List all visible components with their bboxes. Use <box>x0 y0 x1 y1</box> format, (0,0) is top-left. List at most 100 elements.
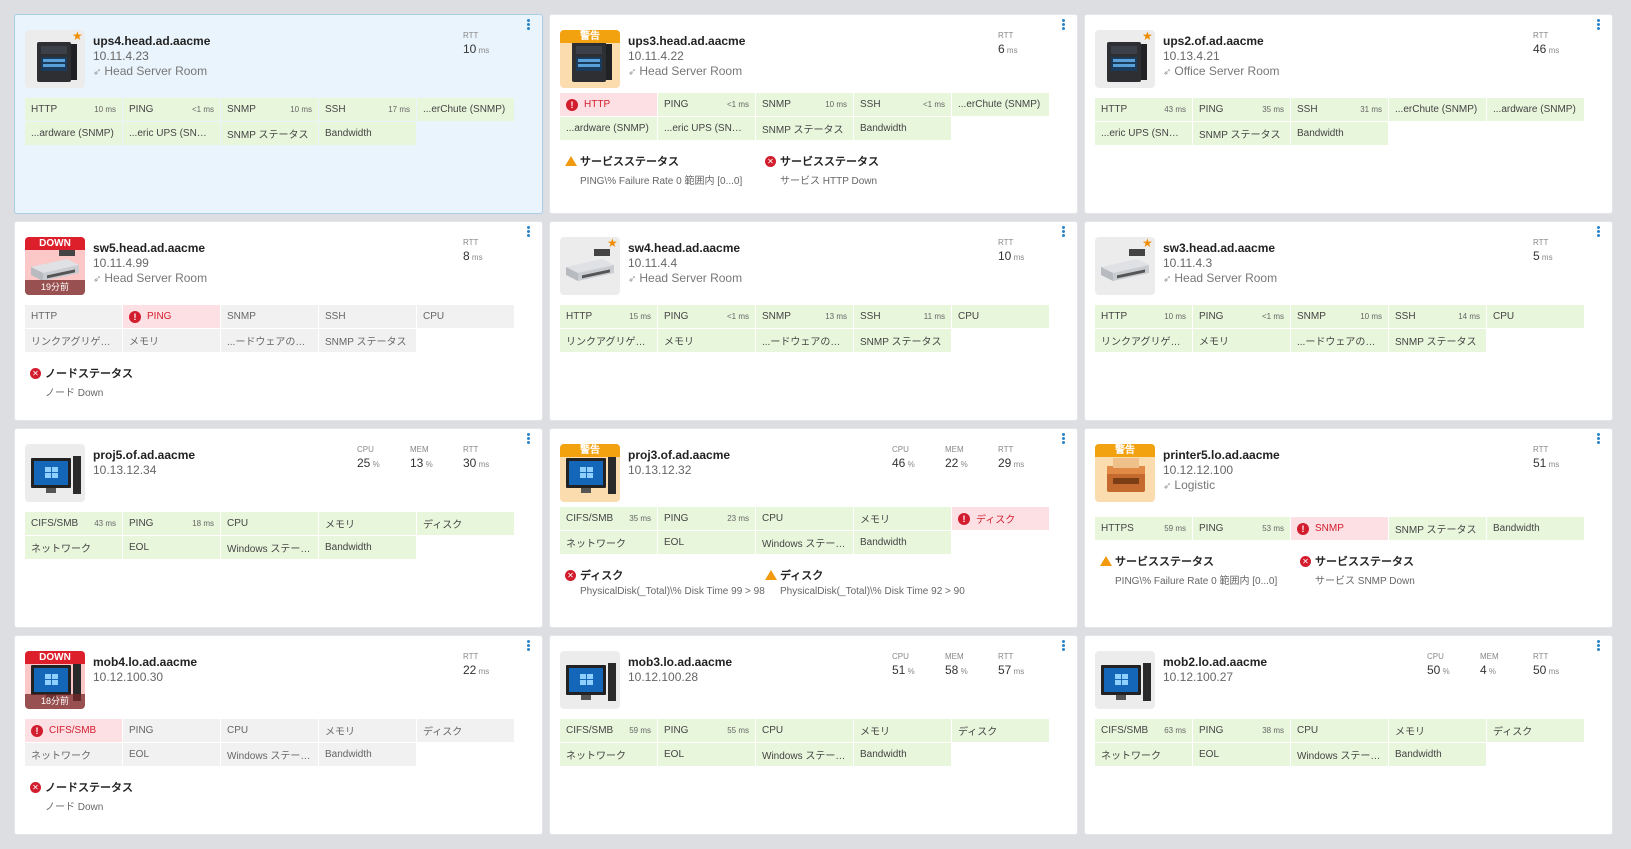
kebab-menu-icon[interactable] <box>1058 226 1068 242</box>
service-tile[interactable]: ネットワーク <box>25 536 122 559</box>
node-card-mob3[interactable]: mob3.lo.ad.aacme 10.12.100.28 CPU 51 % MEM… <box>549 635 1078 835</box>
service-tile[interactable]: メモリ <box>1193 329 1290 352</box>
service-tile[interactable]: HTTP 10 ms <box>1095 305 1192 328</box>
service-tile[interactable]: ...eric UPS (SNMP) <box>658 117 755 140</box>
service-tile[interactable]: ...ードウェアの正常性 <box>756 329 853 352</box>
kebab-menu-icon[interactable] <box>1058 19 1068 35</box>
service-tile[interactable]: ! SNMP <box>1291 517 1388 540</box>
service-tile[interactable]: SNMP ステータス <box>1389 517 1486 540</box>
service-tile[interactable]: SNMP ステータス <box>1389 329 1486 352</box>
service-tile[interactable]: CIFS/SMB 63 ms <box>1095 719 1192 742</box>
service-tile[interactable]: リンクアグリゲーション <box>1095 329 1192 352</box>
service-tile[interactable]: CPU <box>756 719 853 742</box>
service-tile[interactable]: Bandwidth <box>854 743 951 766</box>
warning-alert[interactable]: サービスステータス PING\% Failure Rate 0 範囲内 [0...… <box>1100 553 1285 587</box>
service-tile[interactable]: Windows ステータス <box>756 531 853 554</box>
service-tile[interactable]: メモリ <box>123 329 220 352</box>
service-tile[interactable]: ...erChute (SNMP) <box>417 98 514 121</box>
node-name[interactable]: sw5.head.ad.aacme <box>93 241 205 255</box>
error-alert[interactable]: ✕ ディスク PhysicalDisk(_Total)\% Disk Time 99… <box>565 567 765 597</box>
node-card-printer5[interactable]: 警告 printer5.lo.ad.aacme 10.12.12.100 ➶ Lo… <box>1084 428 1613 628</box>
service-tile[interactable]: Bandwidth <box>319 122 416 145</box>
service-tile[interactable]: EOL <box>658 743 755 766</box>
service-tile[interactable]: Bandwidth <box>319 743 416 766</box>
service-tile[interactable]: CIFS/SMB 59 ms <box>560 719 657 742</box>
service-tile[interactable]: PING 38 ms <box>1193 719 1290 742</box>
service-tile[interactable]: CPU <box>1487 305 1584 328</box>
node-name[interactable]: ups3.head.ad.aacme <box>628 34 745 48</box>
service-tile[interactable]: SNMP ステータス <box>221 122 318 145</box>
service-tile[interactable]: ...ードウェアの正常性 <box>221 329 318 352</box>
service-tile[interactable]: CPU <box>417 305 514 328</box>
service-tile[interactable]: Bandwidth <box>854 117 951 140</box>
kebab-menu-icon[interactable] <box>1593 19 1603 35</box>
service-tile[interactable]: ! CIFS/SMB <box>25 719 122 742</box>
service-tile[interactable]: SNMP 10 ms <box>221 98 318 121</box>
kebab-menu-icon[interactable] <box>523 226 533 242</box>
service-tile[interactable]: EOL <box>658 531 755 554</box>
kebab-menu-icon[interactable] <box>1593 433 1603 449</box>
service-tile[interactable]: メモリ <box>854 507 951 530</box>
service-tile[interactable]: Windows ステータス <box>756 743 853 766</box>
service-tile[interactable]: CPU <box>952 305 1049 328</box>
service-tile[interactable]: SNMP ステータス <box>1193 122 1290 145</box>
kebab-menu-icon[interactable] <box>1593 226 1603 242</box>
node-card-ups4[interactable]: ★ ups4.head.ad.aacme 10.11.4.23 ➶ Head Se… <box>14 14 543 214</box>
service-tile[interactable]: EOL <box>123 743 220 766</box>
service-tile[interactable]: ...ードウェアの正常性 <box>1291 329 1388 352</box>
node-name[interactable]: proj5.of.ad.aacme <box>93 448 195 462</box>
node-card-sw5[interactable]: DOWN 19分前 sw5.head.ad.aacme 10.11.4.99 ➶ H… <box>14 221 543 421</box>
node-card-proj5[interactable]: proj5.of.ad.aacme 10.13.12.34 CPU 25 % MEM… <box>14 428 543 628</box>
node-name[interactable]: printer5.lo.ad.aacme <box>1163 448 1280 462</box>
kebab-menu-icon[interactable] <box>523 19 533 35</box>
service-tile[interactable]: ! PING <box>123 305 220 328</box>
service-tile[interactable]: PING 18 ms <box>123 512 220 535</box>
node-card-ups2[interactable]: ★ ups2.of.ad.aacme 10.13.4.21 ➶ Office Se… <box>1084 14 1613 214</box>
service-tile[interactable]: CPU <box>221 719 318 742</box>
kebab-menu-icon[interactable] <box>1593 640 1603 656</box>
service-tile[interactable]: PING 55 ms <box>658 719 755 742</box>
service-tile[interactable]: SSH <1 ms <box>854 93 951 116</box>
kebab-menu-icon[interactable] <box>1058 640 1068 656</box>
service-tile[interactable]: ...erChute (SNMP) <box>1389 98 1486 121</box>
service-tile[interactable]: ディスク <box>1487 719 1584 742</box>
service-tile[interactable]: PING <1 ms <box>658 305 755 328</box>
service-tile[interactable]: SSH 14 ms <box>1389 305 1486 328</box>
service-tile[interactable]: ...ardware (SNMP) <box>560 117 657 140</box>
service-tile[interactable]: Bandwidth <box>1487 517 1584 540</box>
service-tile[interactable]: SSH <box>319 305 416 328</box>
kebab-menu-icon[interactable] <box>523 433 533 449</box>
service-tile[interactable]: Windows ステータス <box>221 743 318 766</box>
node-name[interactable]: ups2.of.ad.aacme <box>1163 34 1264 48</box>
service-tile[interactable]: ネットワーク <box>1095 743 1192 766</box>
warning-alert[interactable]: サービスステータス PING\% Failure Rate 0 範囲内 [0...… <box>565 153 750 187</box>
service-tile[interactable]: SNMP <box>221 305 318 328</box>
service-tile[interactable]: HTTP 15 ms <box>560 305 657 328</box>
node-name[interactable]: mob3.lo.ad.aacme <box>628 655 732 669</box>
service-tile[interactable]: ! HTTP <box>560 93 657 116</box>
service-tile[interactable]: HTTP 10 ms <box>25 98 122 121</box>
node-card-ups3[interactable]: 警告 ups3.head.ad.aacme 10.11.4.22 ➶ Head S… <box>549 14 1078 214</box>
service-tile[interactable]: CPU <box>756 507 853 530</box>
service-tile[interactable]: CPU <box>1291 719 1388 742</box>
service-tile[interactable]: CPU <box>221 512 318 535</box>
node-card-mob2[interactable]: mob2.lo.ad.aacme 10.12.100.27 CPU 50 % MEM… <box>1084 635 1613 835</box>
service-tile[interactable]: ディスク <box>417 719 514 742</box>
service-tile[interactable]: Windows ステータス <box>1291 743 1388 766</box>
service-tile[interactable]: ...eric UPS (SNMP) <box>123 122 220 145</box>
service-tile[interactable]: PING <box>123 719 220 742</box>
service-tile[interactable]: SNMP ステータス <box>756 117 853 140</box>
node-name[interactable]: proj3.of.ad.aacme <box>628 448 730 462</box>
error-alert[interactable]: ✕ サービスステータス サービス SNMP Down <box>1300 553 1485 587</box>
node-name[interactable]: sw3.head.ad.aacme <box>1163 241 1275 255</box>
node-name[interactable]: mob2.lo.ad.aacme <box>1163 655 1267 669</box>
service-tile[interactable]: メモリ <box>319 512 416 535</box>
node-card-sw3[interactable]: ★ sw3.head.ad.aacme 10.11.4.3 ➶ Head Serv… <box>1084 221 1613 421</box>
kebab-menu-icon[interactable] <box>523 640 533 656</box>
service-tile[interactable]: ...erChute (SNMP) <box>952 93 1049 116</box>
service-tile[interactable]: SNMP 10 ms <box>1291 305 1388 328</box>
node-card-proj3[interactable]: 警告 proj3.of.ad.aacme 10.13.12.32 CPU 46 %… <box>549 428 1078 628</box>
node-name[interactable]: mob4.lo.ad.aacme <box>93 655 197 669</box>
service-tile[interactable]: EOL <box>123 536 220 559</box>
service-tile[interactable]: Bandwidth <box>1291 122 1388 145</box>
